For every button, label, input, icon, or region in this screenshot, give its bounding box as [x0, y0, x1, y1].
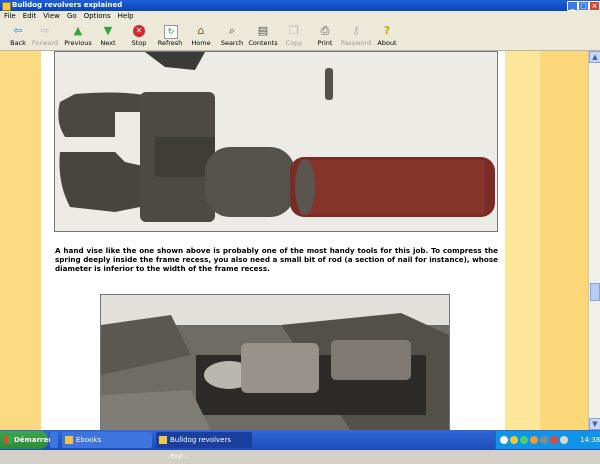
menu-options[interactable]: Options — [84, 12, 111, 20]
about-button[interactable]: ? About — [369, 24, 405, 48]
menu-edit[interactable]: Edit — [23, 12, 37, 20]
book-icon — [159, 436, 167, 444]
vertical-scrollbar[interactable]: ▲ ▼ — [588, 51, 600, 430]
clock: 14:38 — [580, 436, 600, 444]
tray-shield-icon[interactable] — [510, 436, 518, 444]
contents-icon: ▤ — [257, 24, 269, 37]
toolbar: ⇦ Back ⇨ Forward ▲ Previous ▼ Next ✕ Stop ↻ Re… — [0, 22, 600, 51]
tray-update-icon[interactable] — [530, 436, 538, 444]
home-icon: ⌂ — [197, 24, 205, 37]
content-viewport: A hand vise like the one shown above is … — [0, 51, 588, 430]
app-icon — [2, 2, 11, 11]
windows-logo-icon — [4, 436, 12, 444]
tray-network-icon[interactable] — [520, 436, 528, 444]
start-button[interactable]: Démarrer — [0, 431, 52, 449]
stop-icon: ✕ — [133, 25, 145, 37]
menu-go[interactable]: Go — [67, 12, 77, 20]
maximize-button[interactable]: □ — [578, 1, 589, 11]
folder-icon — [65, 436, 73, 444]
minimize-button[interactable]: _ — [567, 1, 578, 11]
key-icon: ⚷ — [351, 24, 361, 37]
hand-vise-photo — [54, 51, 498, 232]
scroll-up-button[interactable]: ▲ — [589, 51, 600, 63]
tray-security-icon[interactable] — [550, 436, 558, 444]
close-button[interactable]: × — [589, 1, 600, 11]
scrollbar-thumb[interactable] — [590, 283, 600, 301]
down-arrow-icon: ▼ — [103, 24, 113, 37]
tray-speaker-icon[interactable] — [560, 436, 568, 444]
taskbar-item-ebooks[interactable]: Ebooks — [62, 432, 152, 448]
description-paragraph: A hand vise like the one shown above is … — [55, 246, 498, 273]
printer-icon: ⎙ — [320, 24, 330, 37]
menu-file[interactable]: File — [4, 12, 16, 20]
scroll-down-button[interactable]: ▼ — [589, 418, 600, 430]
tray-arrow-icon[interactable] — [500, 436, 508, 444]
quicklaunch-icon[interactable] — [50, 432, 58, 448]
menu-help[interactable]: Help — [118, 12, 134, 20]
frame-recess-photo — [100, 294, 450, 430]
window-title: Bulldog revolvers explained — [12, 1, 123, 9]
forward-arrow-icon: ⇨ — [40, 24, 50, 37]
system-tray: 14:38 — [495, 431, 600, 449]
taskbar: Démarrer Ebooks Bulldog revolvers exp...… — [0, 430, 600, 460]
help-icon: ? — [383, 24, 391, 37]
refresh-icon: ↻ — [164, 25, 178, 39]
copy-icon: ❐ — [289, 24, 299, 37]
back-arrow-icon: ⇦ — [13, 24, 23, 37]
right-decor-column-outer — [540, 51, 588, 430]
tray-volume-icon[interactable] — [540, 436, 548, 444]
taskbar-item-bulldog[interactable]: Bulldog revolvers exp... — [156, 432, 252, 460]
menu-bar: File Edit View Go Options Help — [0, 11, 600, 22]
up-arrow-icon: ▲ — [73, 24, 83, 37]
right-decor-column — [505, 51, 540, 430]
search-icon: ⌕ — [228, 24, 236, 37]
menu-view[interactable]: View — [43, 12, 60, 20]
title-bar: Bulldog revolvers explained _ □ × — [0, 0, 600, 11]
forward-button[interactable]: ⇨ Forward — [27, 24, 63, 48]
